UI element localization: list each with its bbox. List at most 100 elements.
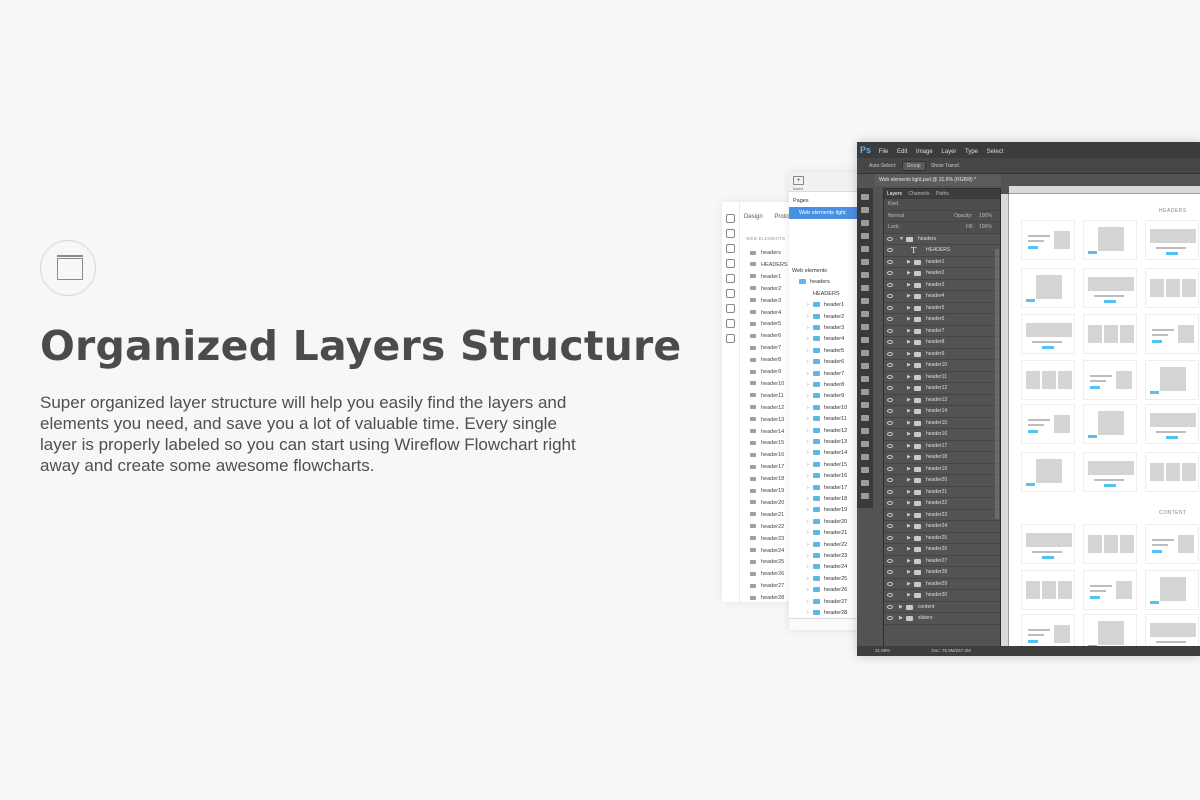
chevron-right-icon[interactable]: ▶ (907, 544, 911, 556)
eye-icon[interactable] (887, 397, 893, 402)
layer-row[interactable]: ▶ header19 (884, 464, 1000, 476)
chevron-right-icon[interactable]: ▶ (907, 590, 911, 602)
chevron-right-icon[interactable]: ▶ (907, 349, 911, 361)
eye-icon[interactable] (887, 317, 893, 321)
pages-layer-item[interactable]: › header8 (807, 380, 844, 392)
chevron-right-icon[interactable]: ▶ (907, 291, 911, 303)
layer-row[interactable]: ▶ sliders (884, 613, 1000, 625)
tool-icon[interactable] (726, 259, 735, 268)
chevron-right-icon[interactable]: ▶ (907, 510, 911, 522)
zoom-level[interactable]: 31.59% (875, 648, 890, 653)
chevron-right-icon[interactable]: ▶ (907, 314, 911, 326)
tool-icon[interactable] (726, 229, 735, 238)
eye-icon[interactable] (887, 455, 893, 459)
sketch-layer-row[interactable]: header18 (750, 474, 784, 484)
sketch-layer-row[interactable]: header24 (750, 546, 784, 556)
chevron-right-icon[interactable]: ▶ (907, 498, 911, 510)
sketch-layer-row[interactable]: header12 (750, 403, 784, 413)
pages-layer-item[interactable]: › header22 (807, 540, 847, 552)
layer-row[interactable]: ▶ header26 (884, 544, 1000, 556)
layer-row[interactable]: ▶ header30 (884, 590, 1000, 602)
layer-row[interactable]: ▶ header23 (884, 510, 1000, 522)
tool-icon[interactable] (861, 272, 869, 278)
sketch-layer-row[interactable]: header15 (750, 438, 784, 448)
tool-icon[interactable] (861, 480, 869, 486)
layer-row[interactable]: ▶ header18 (884, 452, 1000, 464)
pages-layer-item[interactable]: › header9 (807, 391, 844, 403)
layer-row[interactable]: ▶ header20 (884, 475, 1000, 487)
chevron-right-icon[interactable]: ▶ (907, 372, 911, 384)
pages-layer-item[interactable]: › header15 (807, 460, 847, 472)
eye-icon[interactable] (887, 248, 893, 252)
sketch-layer-row[interactable]: header20 (750, 498, 784, 508)
menu-edit[interactable]: Edit (897, 149, 907, 155)
plus-icon[interactable]: + (793, 176, 804, 185)
eye-icon[interactable] (887, 616, 893, 620)
opacity-value[interactable]: 100% (979, 211, 992, 223)
pages-layer-item[interactable]: › header13 (807, 437, 847, 449)
layer-row[interactable]: ▶ header4 (884, 291, 1000, 303)
tool-icon[interactable] (861, 376, 869, 382)
tool-icon[interactable] (861, 441, 869, 447)
sketch-layer-row[interactable]: headers (750, 248, 781, 258)
layer-row[interactable]: ▶ header11 (884, 372, 1000, 384)
layer-row[interactable]: ▶ header21 (884, 487, 1000, 499)
pages-layer-item[interactable]: HEADERS (813, 289, 840, 301)
menu-layer[interactable]: Layer (941, 149, 956, 155)
sketch-layer-row[interactable]: header10 (750, 379, 784, 389)
tool-icon[interactable] (861, 324, 869, 330)
eye-icon[interactable] (887, 593, 893, 597)
tool-icon[interactable] (726, 304, 735, 313)
layer-row[interactable]: ▶ header5 (884, 303, 1000, 314)
tool-icon[interactable] (726, 214, 735, 223)
sketch-layer-row[interactable]: header5 (750, 319, 781, 329)
sketch-layer-row[interactable]: header14 (750, 427, 784, 437)
chevron-right-icon[interactable]: ▶ (899, 613, 903, 625)
pages-layer-item[interactable]: › header25 (807, 574, 847, 586)
tool-icon[interactable] (861, 311, 869, 317)
tool-icon[interactable] (726, 319, 735, 328)
chevron-right-icon[interactable]: ▶ (907, 406, 911, 418)
layer-row[interactable]: ▶ header16 (884, 429, 1000, 441)
pages-layer-item[interactable]: › header17 (807, 483, 847, 495)
tool-icon[interactable] (861, 350, 869, 356)
chevron-right-icon[interactable]: ▶ (907, 326, 911, 338)
pages-layer-item[interactable]: › header10 (807, 403, 847, 415)
pages-layer-item[interactable]: › header5 (807, 346, 844, 358)
layer-row[interactable]: ▶ content (884, 602, 1000, 613)
pages-layer-item[interactable]: › header24 (807, 562, 847, 574)
layer-row[interactable]: ▶ header17 (884, 441, 1000, 453)
tab-channels[interactable]: Channels (908, 191, 929, 197)
eye-icon[interactable] (887, 535, 893, 540)
eye-icon[interactable] (887, 489, 893, 494)
sketch-layer-row[interactable]: header13 (750, 415, 784, 425)
eye-icon[interactable] (887, 558, 893, 563)
sketch-layer-row[interactable]: header26 (750, 569, 784, 579)
chevron-right-icon[interactable]: ▶ (907, 383, 911, 395)
eye-icon[interactable] (887, 340, 893, 344)
layer-row[interactable]: ▶ header7 (884, 326, 1000, 338)
tool-icon[interactable] (861, 220, 869, 226)
tab-design[interactable]: Design (744, 214, 763, 220)
tool-icon[interactable] (861, 233, 869, 239)
eye-icon[interactable] (887, 466, 893, 471)
layer-row[interactable]: ▶ header12 (884, 383, 1000, 395)
chevron-right-icon[interactable]: ▶ (907, 280, 911, 292)
document-canvas[interactable]: HEADERS CONTENT (1009, 194, 1200, 649)
eye-icon[interactable] (887, 282, 893, 287)
chevron-right-icon[interactable]: ▶ (907, 556, 911, 568)
pages-layer-item[interactable]: › header14 (807, 448, 847, 460)
chevron-right-icon[interactable]: ▶ (907, 441, 911, 453)
sketch-layer-row[interactable]: header27 (750, 581, 784, 591)
chevron-right-icon[interactable]: ▶ (907, 464, 911, 476)
tool-icon[interactable] (861, 415, 869, 421)
tool-icon[interactable] (861, 389, 869, 395)
tool-icon[interactable] (861, 259, 869, 265)
layers-scrollbar[interactable] (995, 249, 999, 519)
sketch-layer-row[interactable]: HEADERS (750, 260, 788, 270)
chevron-right-icon[interactable]: ▶ (907, 487, 911, 499)
layer-row[interactable]: ▶ header9 (884, 349, 1000, 361)
layer-row[interactable]: ▶ header8 (884, 337, 1000, 349)
blend-mode-select[interactable]: Normal (888, 213, 904, 219)
sketch-layer-row[interactable]: header8 (750, 355, 781, 365)
